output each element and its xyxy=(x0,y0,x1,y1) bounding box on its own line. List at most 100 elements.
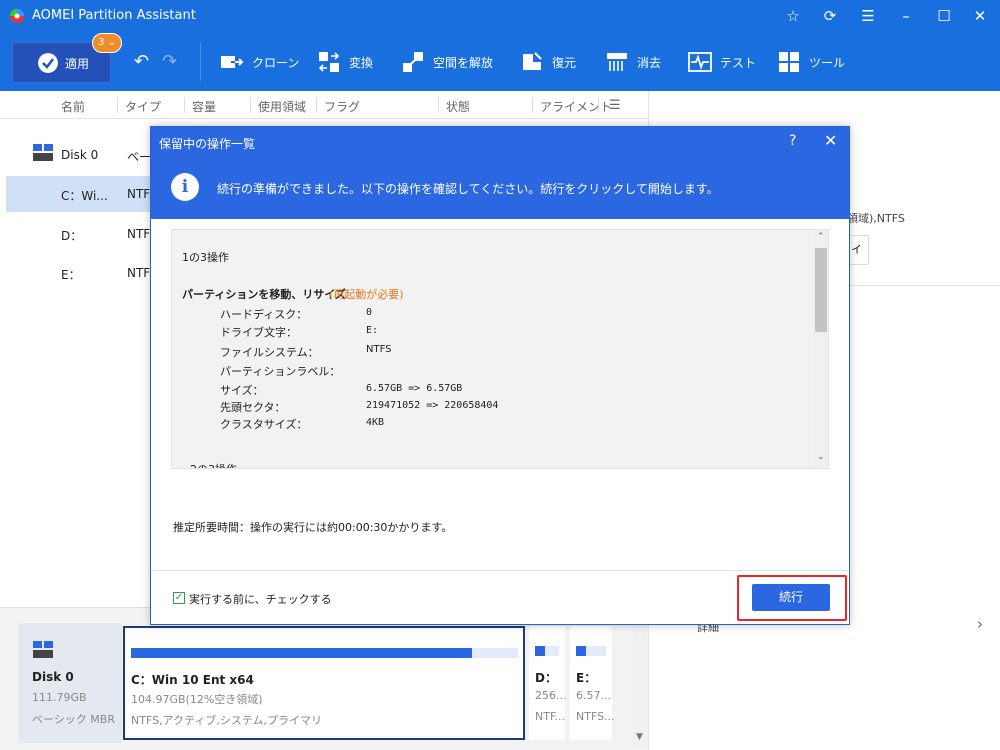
column-flag[interactable]: フラグ xyxy=(324,98,360,115)
column-header: 名前 タイプ 容量 使用領域 フラグ 状態 アライメント ☰ xyxy=(0,91,648,119)
partition-d-attrs: NTF... xyxy=(535,710,565,723)
convert-icon xyxy=(318,52,340,72)
detail-value-drive: E: xyxy=(366,325,379,336)
toolbar: 適用 3 ⌄ ↶ ↷ クローン 変換 空間を解放 復元 消去 テスト ツール xyxy=(0,33,1000,91)
detail-label-partlabel: パーティションラベル： xyxy=(220,365,341,378)
chevron-right-icon[interactable]: › xyxy=(977,615,983,633)
test-icon xyxy=(688,52,712,72)
dialog-footer-divider xyxy=(151,570,849,571)
partition-c-attrs: NTFS,アクティブ,システム,プライマリ xyxy=(131,714,323,727)
column-divider xyxy=(117,97,118,113)
disk-card[interactable]: Disk 0 111.79GB ベーシック MBR xyxy=(18,623,122,743)
row-c-name[interactable]: C：Wi... xyxy=(61,187,108,204)
disk-card-type: ベーシック MBR xyxy=(32,713,115,726)
partition-d-name: D： xyxy=(535,671,557,685)
check-before-run-checkbox[interactable]: ✓ xyxy=(173,592,185,604)
recover-icon xyxy=(523,52,542,70)
undo-icon[interactable]: ↶ xyxy=(134,53,149,71)
partition-e-usage-fill xyxy=(576,646,586,656)
partition-e-usage-bar xyxy=(576,646,606,656)
tools-icon xyxy=(779,52,799,72)
check-before-run-label[interactable]: 実行する前に、チェックする xyxy=(189,591,332,607)
operations-scrollbar[interactable]: ⌃ ⌄ xyxy=(813,230,828,468)
column-divider xyxy=(184,97,185,113)
disk-map-icon xyxy=(33,641,53,658)
menu-icon[interactable]: ☰ xyxy=(858,6,878,26)
operation-count: 1の3操作 xyxy=(182,251,229,264)
free-space-icon xyxy=(403,52,423,72)
partition-d-usage-bar xyxy=(535,646,559,656)
close-button[interactable]: ✕ xyxy=(970,6,990,26)
help-icon[interactable]: ? xyxy=(789,133,796,149)
scrollbar-thumb[interactable] xyxy=(815,248,827,332)
partition-e-attrs: NTFS... xyxy=(576,710,615,723)
partition-c-name: C：Win 10 Ent x64 xyxy=(131,673,254,687)
dialog-message: 続行の準備ができました。以下の操作を確認してください。続行をクリックして開始しま… xyxy=(217,182,719,196)
partition-c-block[interactable]: C：Win 10 Ent x64 104.97GB(12%空き領域) NTFS,… xyxy=(123,626,525,740)
column-divider xyxy=(250,97,251,113)
refresh-icon[interactable]: ⟳ xyxy=(820,6,840,26)
scroll-down-icon[interactable]: ▼ xyxy=(636,732,643,742)
column-name[interactable]: 名前 xyxy=(61,98,85,115)
next-operation-count: 2の3操作 xyxy=(190,461,237,468)
detail-label-fs: ファイルシステム： xyxy=(220,346,319,359)
clone-icon xyxy=(221,56,244,68)
continue-button[interactable]: 続行 xyxy=(752,584,830,611)
partition-d-detail: 256... xyxy=(535,689,567,702)
pending-count-badge[interactable]: 3 ⌄ xyxy=(92,33,122,53)
app-logo-icon xyxy=(10,9,24,23)
disk-icon xyxy=(33,144,53,161)
detail-value-cluster: 4KB xyxy=(366,417,385,428)
dialog-close-icon[interactable]: ✕ xyxy=(824,131,837,150)
partition-c-usage-fill xyxy=(131,648,472,658)
disk-map-scrollbar[interactable]: ▼ xyxy=(633,620,647,748)
star-icon[interactable]: ☆ xyxy=(783,6,803,26)
apply-label: 適用 xyxy=(65,57,90,71)
wipe-icon xyxy=(607,53,627,71)
app-title: AOMEI Partition Assistant xyxy=(32,8,196,23)
detail-label-drive: ドライブ文字： xyxy=(220,326,297,339)
panel-fs-text: 領域),NTFS xyxy=(847,212,905,225)
partition-e-name: E： xyxy=(576,671,597,685)
maximize-button[interactable]: ☐ xyxy=(934,6,954,26)
partition-d-block[interactable]: D： 256... NTF... xyxy=(529,626,567,740)
redo-icon[interactable]: ↷ xyxy=(162,53,177,71)
detail-value-disk: 0 xyxy=(366,307,373,318)
partition-d-usage-fill xyxy=(535,646,545,656)
info-icon: i xyxy=(171,173,199,201)
detail-label-sector: 先頭セクタ： xyxy=(220,401,286,414)
row-disk0-name[interactable]: Disk 0 xyxy=(61,148,98,162)
column-type[interactable]: タイプ xyxy=(125,98,161,115)
partition-e-block[interactable]: E： 6.57... NTFS... xyxy=(570,626,615,740)
disk-card-name: Disk 0 xyxy=(32,670,74,684)
column-capacity[interactable]: 容量 xyxy=(192,98,216,115)
detail-value-fs: NTFS xyxy=(366,344,392,355)
minimize-button[interactable]: – xyxy=(896,6,916,26)
partition-e-detail: 6.57... xyxy=(576,689,611,702)
row-d-name[interactable]: D： xyxy=(61,227,82,244)
column-divider xyxy=(316,97,317,113)
partition-c-detail: 104.97GB(12%空き領域) xyxy=(131,693,263,706)
column-divider xyxy=(438,97,439,113)
operations-list[interactable]: 1の3操作 パーティションを移動、リサイズ (再起動が必要) ハードディスク： … xyxy=(171,229,829,469)
detail-label-disk: ハードディスク： xyxy=(220,308,308,321)
scroll-up-icon[interactable]: ⌃ xyxy=(817,232,825,242)
disk-card-size: 111.79GB xyxy=(32,691,87,704)
detail-value-size: 6.57GB => 6.57GB xyxy=(366,383,463,394)
detail-value-sector: 219471052 => 220658404 xyxy=(366,400,499,411)
detail-label-cluster: クラスタサイズ： xyxy=(220,418,308,431)
column-divider xyxy=(598,97,599,113)
estimated-time: 推定所要時間：操作の実行には約00:00:30かかります。 xyxy=(173,521,453,534)
partition-c-usage-bar xyxy=(131,648,518,658)
row-e-name[interactable]: E： xyxy=(61,266,81,283)
column-used[interactable]: 使用領域 xyxy=(258,98,306,115)
toolbar-divider xyxy=(200,43,201,81)
check-circle-icon xyxy=(38,53,58,73)
operation-title: パーティションを移動、リサイズ xyxy=(182,288,347,301)
column-divider xyxy=(532,97,533,113)
detail-label-size: サイズ： xyxy=(220,384,264,397)
column-settings-icon[interactable]: ☰ xyxy=(609,98,621,113)
column-alignment[interactable]: アライメント xyxy=(540,98,612,115)
scroll-down-icon[interactable]: ⌄ xyxy=(817,452,825,462)
column-status[interactable]: 状態 xyxy=(446,98,470,115)
